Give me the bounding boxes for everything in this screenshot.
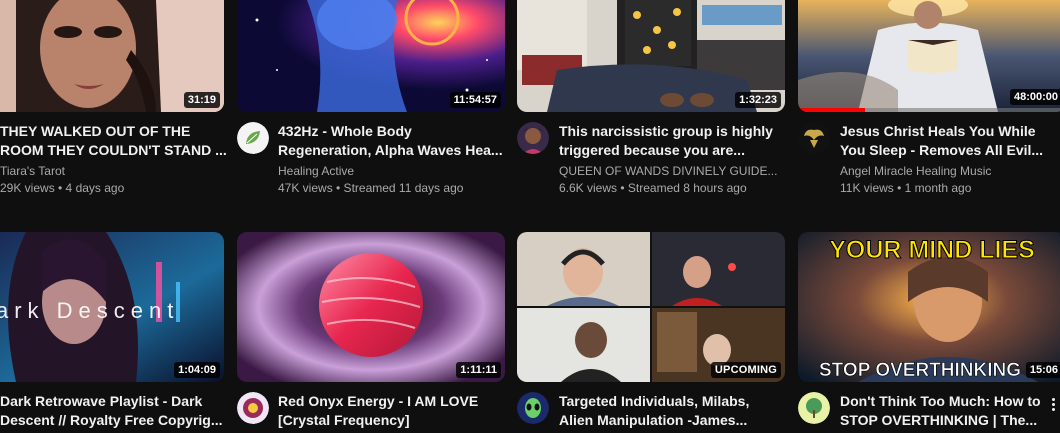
thumbnail-overlay-text: ark Descent xyxy=(0,298,179,323)
channel-name[interactable]: Tiara's Tarot xyxy=(0,164,65,178)
video-thumbnail[interactable]: 1:11:11 xyxy=(237,232,505,382)
video-card-6[interactable]: 1:11:11 Red Onyx Energy - I AM LOVE [Cry… xyxy=(237,232,505,433)
video-duration: 11:54:57 xyxy=(449,92,501,108)
video-thumbnail[interactable]: UPCOMING xyxy=(517,232,785,382)
video-card-5[interactable]: ark Descent 1:04:09 Dark Retrowave Playl… xyxy=(0,232,224,433)
channel-avatar[interactable] xyxy=(517,122,549,154)
video-thumbnail[interactable]: YOUR MIND LIES STOP OVERTHINKING 15:06 xyxy=(798,232,1060,382)
channel-avatar[interactable] xyxy=(237,392,269,424)
video-card-8[interactable]: YOUR MIND LIES STOP OVERTHINKING 15:06 D… xyxy=(798,232,1060,433)
video-title[interactable]: Jesus Christ Heals You While You Sleep -… xyxy=(840,122,1060,160)
channel-name[interactable]: Healing Active xyxy=(278,164,354,178)
video-title[interactable]: Targeted Individuals, Milabs, Alien Mani… xyxy=(559,392,785,430)
thumbnail-overlay-text-top: YOUR MIND LIES xyxy=(829,236,1035,264)
video-stats: 47K views • Streamed 11 days ago xyxy=(278,181,464,195)
video-title[interactable]: THEY WALKED OUT OF THE ROOM THEY COULDN'… xyxy=(0,122,238,160)
video-title[interactable]: Dark Retrowave Playlist - Dark Descent /… xyxy=(0,392,238,430)
video-stats: 6.6K views • Streamed 8 hours ago xyxy=(559,181,747,195)
video-duration: 1:04:09 xyxy=(174,362,220,378)
video-thumbnail[interactable]: 48:00:00 xyxy=(798,0,1060,112)
video-card-7[interactable]: UPCOMING Targeted Individuals, Milabs, A… xyxy=(517,232,785,433)
channel-avatar[interactable] xyxy=(517,392,549,424)
video-thumbnail[interactable]: ark Descent 1:04:09 xyxy=(0,232,224,382)
video-title[interactable]: This narcissistic group is highly trigge… xyxy=(559,122,785,160)
video-card-4[interactable]: 48:00:00 Jesus Christ Heals You While Yo… xyxy=(798,0,1060,200)
video-duration: 48:00:00 xyxy=(1009,89,1060,105)
channel-name[interactable]: Angel Miracle Healing Music xyxy=(840,164,991,178)
watch-progress-bar xyxy=(798,108,865,112)
channel-name[interactable]: QUEEN OF WANDS DIVINELY GUIDE... xyxy=(559,164,777,178)
video-card-3[interactable]: 1:32:23 This narcissistic group is highl… xyxy=(517,0,785,200)
video-thumbnail[interactable]: 31:19 xyxy=(0,0,224,112)
video-stats: 29K views • 4 days ago xyxy=(0,181,125,195)
video-stats: 11K views • 1 month ago xyxy=(840,181,972,195)
channel-avatar[interactable] xyxy=(798,122,830,154)
channel-avatar[interactable] xyxy=(237,122,269,154)
video-card-2[interactable]: 11:54:57 432Hz - Whole Body Regeneration… xyxy=(237,0,505,200)
video-duration: 1:32:23 xyxy=(735,92,781,108)
video-title[interactable]: Red Onyx Energy - I AM LOVE [Crystal Fre… xyxy=(278,392,504,430)
video-duration: 31:19 xyxy=(183,92,220,108)
video-card-1[interactable]: 31:19 THEY WALKED OUT OF THE ROOM THEY C… xyxy=(0,0,227,200)
video-title[interactable]: 432Hz - Whole Body Regeneration, Alpha W… xyxy=(278,122,504,160)
video-duration: UPCOMING xyxy=(710,362,781,378)
thumbnail-overlay-text-bottom: STOP OVERTHINKING xyxy=(819,360,1021,381)
video-thumbnail[interactable]: 1:32:23 xyxy=(517,0,785,112)
channel-avatar[interactable] xyxy=(798,392,830,424)
video-thumbnail[interactable]: 11:54:57 xyxy=(237,0,505,112)
video-title[interactable]: Don't Think Too Much: How to STOP OVERTH… xyxy=(840,392,1040,430)
video-duration: 1:11:11 xyxy=(456,362,501,378)
video-duration: 15:06 xyxy=(1025,362,1060,378)
more-actions-icon[interactable] xyxy=(1052,396,1056,412)
